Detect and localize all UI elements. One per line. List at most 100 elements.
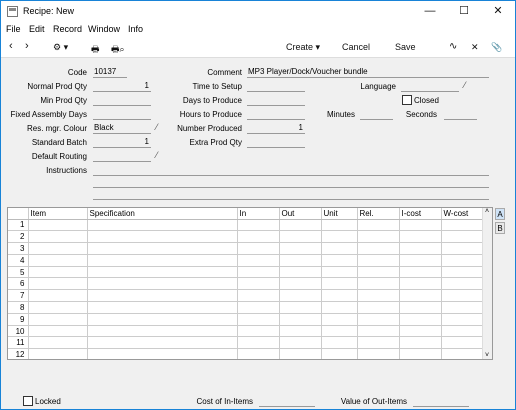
grid-cell[interactable]	[279, 325, 322, 338]
comment-field[interactable]: MP3 Player/Dock/Voucher bundle	[247, 67, 489, 78]
grid-cell[interactable]	[87, 254, 238, 267]
grid-cell[interactable]	[279, 242, 322, 255]
grid-cell[interactable]	[28, 348, 88, 359]
time-to-setup-field[interactable]	[247, 81, 305, 92]
grid-cell[interactable]	[441, 230, 484, 244]
grid-cell[interactable]	[321, 242, 358, 255]
minutes-field[interactable]	[360, 109, 393, 120]
cost-in-items-field[interactable]	[259, 396, 315, 407]
fixed-assembly-days-field[interactable]	[93, 109, 151, 120]
grid-cell[interactable]	[321, 219, 358, 232]
menu-record[interactable]: Record	[53, 24, 82, 34]
grid-cell[interactable]	[28, 242, 88, 255]
grid-cell[interactable]	[237, 219, 280, 232]
grid-cell[interactable]	[279, 277, 322, 291]
grid-cell[interactable]	[321, 254, 358, 267]
grid-cell[interactable]	[357, 348, 400, 359]
grid-cell[interactable]	[279, 348, 322, 359]
instructions-line-2[interactable]	[93, 187, 489, 188]
grid-cell[interactable]	[399, 230, 442, 244]
grid-cell[interactable]	[399, 289, 442, 303]
grid-cell[interactable]	[279, 301, 322, 314]
expand-icon[interactable]: ✕	[471, 42, 479, 53]
print-preview-icon[interactable]: 🖶⌕	[111, 42, 125, 58]
grid-cell[interactable]	[87, 289, 238, 303]
create-button[interactable]: Create ▾	[286, 42, 320, 53]
grid-cell[interactable]	[28, 325, 88, 338]
grid-cell[interactable]	[399, 313, 442, 326]
days-to-produce-field[interactable]	[247, 95, 305, 106]
menu-info[interactable]: Info	[128, 24, 143, 34]
grid-cell[interactable]	[87, 301, 238, 314]
grid-cell[interactable]	[237, 336, 280, 350]
grid-cell[interactable]	[399, 348, 442, 359]
grid-cell[interactable]	[321, 230, 358, 244]
close-button[interactable]: ✕	[481, 1, 515, 21]
grid-cell[interactable]	[279, 219, 322, 232]
grid-cell[interactable]	[441, 254, 484, 267]
grid-cell[interactable]	[28, 289, 88, 303]
grid-cell[interactable]	[28, 313, 88, 326]
grid-cell[interactable]	[279, 230, 322, 244]
cancel-button[interactable]: Cancel	[342, 42, 370, 52]
grid-cell[interactable]	[237, 301, 280, 314]
number-produced-field[interactable]: 1	[247, 123, 305, 134]
grid-cell[interactable]	[237, 230, 280, 244]
print-icon[interactable]: 🖶	[91, 42, 100, 58]
grid-cell[interactable]	[87, 336, 238, 350]
grid-cell[interactable]	[321, 313, 358, 326]
grid-cell[interactable]	[321, 277, 358, 291]
grid-cell[interactable]	[357, 266, 400, 279]
grid-cell[interactable]	[399, 325, 442, 338]
grid-cell[interactable]	[87, 230, 238, 244]
grid-cell[interactable]	[28, 219, 88, 232]
grid-cell[interactable]	[441, 266, 484, 279]
menu-window[interactable]: Window	[88, 24, 120, 34]
tab-a[interactable]: A	[495, 208, 505, 220]
grid-cell[interactable]	[237, 277, 280, 291]
grid-cell[interactable]	[357, 230, 400, 244]
grid-cell[interactable]	[237, 242, 280, 255]
language-paste-icon[interactable]: ⁄	[464, 80, 466, 90]
seconds-field[interactable]	[444, 109, 477, 120]
menu-edit[interactable]: Edit	[29, 24, 45, 34]
grid-cell[interactable]	[321, 301, 358, 314]
grid-cell[interactable]	[87, 242, 238, 255]
grid-cell[interactable]	[237, 313, 280, 326]
grid-cell[interactable]	[28, 254, 88, 267]
grid-cell[interactable]	[87, 219, 238, 232]
grid-cell[interactable]	[357, 301, 400, 314]
grid-cell[interactable]	[321, 348, 358, 359]
grid-cell[interactable]	[237, 289, 280, 303]
maximize-button[interactable]: ☐	[447, 1, 481, 21]
grid-cell[interactable]	[279, 266, 322, 279]
menu-file[interactable]: File	[6, 24, 21, 34]
grid-cell[interactable]	[357, 325, 400, 338]
locked-checkbox[interactable]	[23, 396, 33, 406]
tab-b[interactable]: B	[495, 222, 505, 234]
grid-cell[interactable]	[28, 301, 88, 314]
grid-cell[interactable]	[441, 277, 484, 291]
grid-cell[interactable]	[399, 242, 442, 255]
grid-cell[interactable]	[441, 242, 484, 255]
grid-cell[interactable]	[399, 336, 442, 350]
grid-cell[interactable]	[441, 325, 484, 338]
grid-cell[interactable]	[321, 325, 358, 338]
save-button[interactable]: Save	[395, 42, 416, 52]
grid-cell[interactable]	[321, 336, 358, 350]
grid-cell[interactable]	[237, 266, 280, 279]
res-mgr-colour-field[interactable]: Black	[93, 123, 151, 134]
grid-cell[interactable]	[28, 336, 88, 350]
grid-cell[interactable]	[279, 254, 322, 267]
grid-cell[interactable]	[237, 254, 280, 267]
closed-checkbox[interactable]	[402, 95, 412, 105]
grid-cell[interactable]	[399, 301, 442, 314]
instructions-line-3[interactable]	[93, 199, 489, 200]
back-icon[interactable]: ‹	[9, 40, 13, 52]
hours-to-produce-field[interactable]	[247, 109, 305, 120]
grid-cell[interactable]	[279, 313, 322, 326]
grid-cell[interactable]	[237, 325, 280, 338]
grid-cell[interactable]	[237, 348, 280, 359]
grid-cell[interactable]	[441, 348, 484, 359]
scroll-up-icon[interactable]: ˄	[485, 208, 489, 215]
